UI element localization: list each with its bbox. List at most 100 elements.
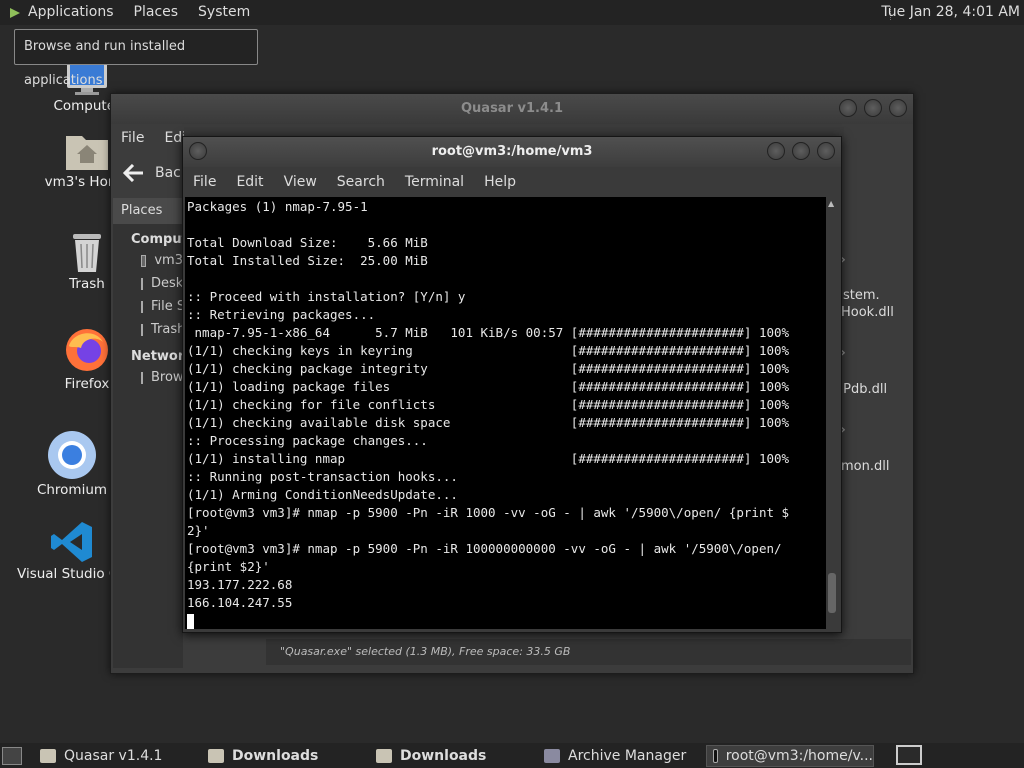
- sidebar-item-browse-network[interactable]: Browse Network: [113, 366, 183, 389]
- terminal-line: 193.177.222.68: [187, 577, 293, 592]
- file-item[interactable]: stem.: [843, 288, 880, 303]
- menu-terminal[interactable]: Terminal: [395, 174, 474, 190]
- minimize-button[interactable]: [767, 142, 785, 160]
- taskbar-item[interactable]: Downloads: [370, 745, 530, 767]
- sidebar-item-label: File System: [151, 299, 183, 314]
- menu-help[interactable]: Help: [474, 174, 526, 190]
- taskbar-item-label: Quasar v1.4.1: [64, 747, 163, 764]
- sidebar-item-home[interactable]: vm3: [113, 249, 183, 272]
- status-bar: "Quasar.exe" selected (1.3 MB), Free spa…: [266, 639, 911, 665]
- window-titlebar[interactable]: Quasar v1.4.1: [111, 94, 913, 124]
- sidebar-item-label: Desktop: [151, 276, 183, 291]
- folder-icon: [40, 748, 56, 763]
- vscode-icon: [51, 522, 92, 562]
- terminal-line: :: Running post-transaction hooks...: [187, 469, 458, 484]
- terminal-line: (1/1) checking available disk space [###…: [187, 415, 790, 430]
- taskbar-item[interactable]: Quasar v1.4.1: [34, 745, 194, 767]
- sidebar-item-label: Trash: [151, 322, 183, 337]
- minimize-button[interactable]: [839, 99, 857, 117]
- menu-view[interactable]: View: [274, 174, 327, 190]
- menu-search[interactable]: Search: [327, 174, 395, 190]
- terminal-line: 2}': [187, 523, 210, 538]
- menu-applications[interactable]: Applications: [22, 0, 124, 25]
- menu-system[interactable]: System: [188, 0, 260, 25]
- sidebar-item-label: vm3: [154, 253, 183, 268]
- desktop-icon: [141, 277, 143, 290]
- home-icon: [141, 254, 147, 267]
- terminal-line: :: Proceed with installation? [Y/n] y: [187, 289, 466, 304]
- terminal-line: (1/1) checking package integrity [######…: [187, 361, 790, 376]
- menu-file[interactable]: File: [111, 130, 154, 146]
- terminal-line: nmap-7.95-1-x86_64 5.7 MiB 101 KiB/s 00:…: [187, 325, 790, 340]
- terminal-line: (1/1) checking for file conflicts [#####…: [187, 397, 790, 412]
- menubar: File Edit View Search Terminal Help: [183, 167, 841, 197]
- trash-icon: [73, 234, 101, 272]
- terminal-line: :: Processing package changes...: [187, 433, 428, 448]
- window-menu-button[interactable]: [189, 142, 207, 160]
- maximize-button[interactable]: [864, 99, 882, 117]
- window-title: root@vm3:/home/vm3: [431, 144, 593, 159]
- file-item[interactable]: Hook.dll: [841, 305, 894, 320]
- home-folder-icon: [66, 136, 108, 170]
- sidebar-item-desktop[interactable]: Desktop: [113, 272, 183, 295]
- terminal-line: 166.104.247.55: [187, 595, 293, 610]
- firefox-icon: [66, 329, 108, 371]
- terminal-line: (1/1) Arming ConditionNeedsUpdate...: [187, 487, 458, 502]
- maximize-button[interactable]: [792, 142, 810, 160]
- terminal-line: {print $2}': [187, 559, 270, 574]
- terminal-line: (1/1) loading package files [###########…: [187, 379, 790, 394]
- sidebar-section-network: Network: [131, 349, 193, 364]
- terminal-line: :: Retrieving packages...: [187, 307, 376, 322]
- scroll-up-icon[interactable]: ▲: [828, 199, 834, 208]
- terminal-line: Packages (1) nmap-7.95-1: [187, 199, 368, 214]
- terminal-window[interactable]: root@vm3:/home/vm3 File Edit View Search…: [182, 136, 842, 633]
- terminal-line: [root@vm3 vm3]# nmap -p 5900 -Pn -iR 100…: [187, 505, 790, 520]
- terminal-icon: [713, 748, 718, 763]
- terminal-line: (1/1) checking keys in keyring [########…: [187, 343, 790, 358]
- text-cursor: [187, 613, 194, 629]
- menu-places[interactable]: Places: [124, 0, 189, 25]
- folder-icon: [376, 748, 392, 763]
- taskbar-item-label: Downloads: [232, 747, 319, 764]
- taskbar-item[interactable]: Archive Manager: [538, 745, 698, 767]
- terminal-output[interactable]: Packages (1) nmap-7.95-1 Total Download …: [185, 197, 827, 629]
- drive-icon: [141, 300, 143, 313]
- sidebar-item-filesystem[interactable]: File System: [113, 295, 183, 318]
- scrollbar-thumb[interactable]: [828, 573, 836, 613]
- file-item[interactable]: mon.dll: [841, 459, 889, 474]
- window-titlebar[interactable]: root@vm3:/home/vm3: [183, 137, 841, 167]
- sidebar: Places Computer vm3 Desktop File System …: [113, 198, 203, 668]
- taskbar-item-label: Downloads: [400, 747, 487, 764]
- menu-file[interactable]: File: [183, 174, 226, 190]
- file-item[interactable]: .Pdb.dll: [839, 382, 887, 397]
- workspace-switcher[interactable]: [896, 745, 922, 765]
- trash-icon: [141, 323, 143, 336]
- terminal-prompt-line: [187, 612, 825, 629]
- taskbar-item[interactable]: Downloads: [202, 745, 362, 767]
- back-arrow-icon[interactable]: [123, 164, 145, 182]
- taskbar-item-label: root@vm3:/home/v...: [725, 747, 873, 764]
- taskbar-item-label: Archive Manager: [568, 747, 687, 764]
- scrollbar[interactable]: ▲: [826, 197, 838, 629]
- chromium-icon: [48, 431, 96, 479]
- folder-icon: [208, 748, 224, 763]
- bottom-panel: Quasar v1.4.1 Downloads Downloads Archiv…: [0, 743, 1024, 768]
- applications-icon[interactable]: [8, 6, 22, 20]
- menu-edit[interactable]: Edit: [226, 174, 273, 190]
- close-button[interactable]: [889, 99, 907, 117]
- sidebar-header[interactable]: Places: [113, 198, 183, 224]
- top-panel: Applications Places System Tue Jan 28, 4…: [0, 0, 1024, 25]
- terminal-line: Total Installed Size: 25.00 MiB: [187, 253, 428, 268]
- sidebar-item-trash[interactable]: Trash: [113, 318, 183, 341]
- terminal-line: (1/1) installing nmap [#################…: [187, 451, 790, 466]
- tooltip: Browse and run installed applications: [14, 29, 258, 88]
- window-title: Quasar v1.4.1: [460, 101, 563, 116]
- show-desktop-button[interactable]: [2, 747, 22, 765]
- taskbar-item-active[interactable]: root@vm3:/home/v...: [706, 744, 874, 767]
- close-button[interactable]: [817, 142, 835, 160]
- network-icon: [141, 371, 143, 384]
- clock[interactable]: Tue Jan 28, 4:01 AM: [881, 0, 1020, 25]
- terminal-line: Total Download Size: 5.66 MiB: [187, 235, 428, 250]
